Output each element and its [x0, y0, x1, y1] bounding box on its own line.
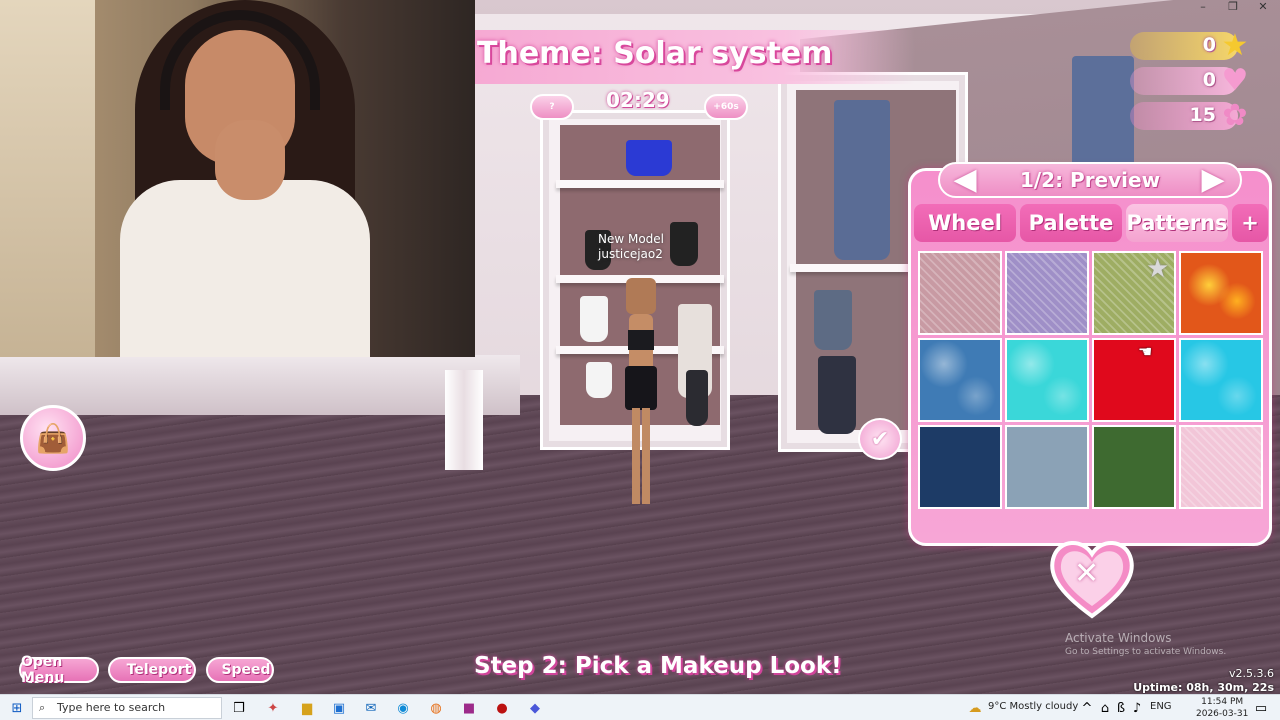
- hearts-value: 0: [1202, 69, 1216, 91]
- tab-palette[interactable]: Palette: [1020, 204, 1122, 242]
- firefox-icon[interactable]: ◍: [427, 699, 445, 717]
- pattern-tile-cyan-water[interactable]: [1179, 338, 1263, 422]
- pattern-tile-aqua-water[interactable]: [1005, 338, 1089, 422]
- upper-floor-ledge: [0, 355, 520, 415]
- obs-icon[interactable]: ●: [493, 699, 511, 717]
- outlook-icon[interactable]: ✉: [362, 699, 380, 717]
- weather-icon[interactable]: ☁: [966, 699, 984, 717]
- pattern-tile-green-texture[interactable]: [1092, 425, 1176, 509]
- teleport-button[interactable]: Teleport: [108, 657, 196, 683]
- tab-add[interactable]: +: [1232, 204, 1268, 242]
- clock-time: 11:54 PM: [1201, 697, 1244, 707]
- close-window-button[interactable]: ✕: [1248, 0, 1278, 14]
- tab-wheel[interactable]: Wheel: [914, 204, 1016, 242]
- pattern-tile-navy[interactable]: [918, 425, 1002, 509]
- version-info: v2.5.3.6 Uptime: 08h, 30m, 22s: [1133, 667, 1274, 695]
- jeans-garment[interactable]: [834, 100, 890, 260]
- theme-title: Theme: Solar system: [477, 36, 833, 71]
- hearts-counter: 0 ♥: [1130, 63, 1248, 98]
- time-bonus-label: +60s: [713, 102, 739, 112]
- uptime-text: Uptime: 08h, 30m, 22s: [1133, 681, 1274, 694]
- speed-label: Speed: [221, 662, 271, 678]
- nameplate-username: justicejao2: [598, 247, 663, 261]
- webcam-overlay: [0, 0, 475, 357]
- activate-windows-watermark: Activate Windows Go to Settings to activ…: [1065, 631, 1226, 657]
- close-x-icon: ✕: [1074, 556, 1100, 591]
- pattern-tile-lava[interactable]: [1179, 251, 1263, 335]
- jeans-garment[interactable]: [1072, 56, 1134, 176]
- bows-value: 15: [1189, 104, 1216, 126]
- windows-start-icon[interactable]: ⊞: [8, 699, 26, 717]
- step-instruction: Step 2: Pick a Makeup Look!: [474, 653, 842, 679]
- pattern-tile-pink-plaid[interactable]: [918, 251, 1002, 335]
- store-icon[interactable]: ▣: [330, 699, 348, 717]
- search-icon: ⌕: [39, 701, 46, 714]
- skirt-garment[interactable]: [586, 362, 612, 398]
- activate-subtitle: Go to Settings to activate Windows.: [1065, 647, 1227, 657]
- copilot-icon[interactable]: ✦: [264, 699, 282, 717]
- stars-value: 0: [1202, 34, 1216, 56]
- pattern-tile-denim[interactable]: [1005, 425, 1089, 509]
- taskbar-search-input[interactable]: ⌕ Type here to search: [32, 697, 222, 719]
- roblox-icon[interactable]: ◆: [526, 699, 544, 717]
- streamer-hand: [215, 120, 285, 200]
- restore-button[interactable]: ❐: [1218, 0, 1248, 14]
- mouse-cursor-icon: ☚: [1138, 342, 1153, 361]
- heart-badge-icon: ♥: [1221, 62, 1249, 98]
- speed-button[interactable]: Speed: [206, 657, 274, 683]
- tutu-garment[interactable]: [626, 140, 672, 176]
- shelf-board: [556, 180, 724, 188]
- pattern-tile-purple-plaid[interactable]: [1005, 251, 1089, 335]
- flower-pedestal: [445, 370, 483, 470]
- windows-taskbar: ⊞ ⌕ Type here to search ❒ ✦ ▆ ▣ ✉ ◉ ◍ ■ …: [0, 694, 1280, 720]
- version-number: v2.5.3.6: [1229, 667, 1274, 680]
- webcam-background-door: [0, 0, 95, 357]
- teleport-label: Teleport: [126, 662, 192, 678]
- search-placeholder: Type here to search: [57, 701, 166, 714]
- inventory-bag-icon[interactable]: 👜: [20, 405, 86, 471]
- prev-page-arrow[interactable]: ◀: [952, 162, 978, 198]
- denim-skirt-garment[interactable]: [814, 290, 852, 350]
- next-page-arrow[interactable]: ▶: [1200, 162, 1226, 198]
- player-nameplate: New Model justicejao2: [598, 232, 664, 262]
- stars-counter: 0 ★: [1130, 28, 1248, 63]
- streamer-shirt: [120, 180, 370, 357]
- task-view-icon[interactable]: ❒: [230, 699, 248, 717]
- system-clock[interactable]: 11:54 PM 2026-03-31: [1196, 696, 1248, 720]
- skirt-garment[interactable]: [580, 296, 608, 342]
- boots-garment[interactable]: [818, 356, 856, 434]
- app-icon[interactable]: ■: [460, 699, 478, 717]
- pattern-tile-blue-water[interactable]: [918, 338, 1002, 422]
- favorite-star-icon[interactable]: ★: [1146, 254, 1169, 284]
- mic-tray-icon[interactable]: ♪: [1128, 699, 1146, 717]
- bows-counter: 15 ✿: [1130, 98, 1248, 133]
- language-indicator[interactable]: ENG: [1150, 701, 1172, 712]
- star-icon: ★: [1221, 27, 1249, 63]
- activate-title: Activate Windows: [1065, 631, 1172, 645]
- heart-checkmark-icon[interactable]: ✔: [858, 418, 902, 460]
- bow-icon: ✿: [1222, 97, 1248, 133]
- minimize-button[interactable]: –: [1188, 0, 1218, 14]
- skirt-garment[interactable]: [670, 222, 698, 266]
- pattern-tile-red-texture[interactable]: [1092, 338, 1176, 422]
- player-avatar[interactable]: [620, 278, 662, 508]
- time-bonus-button[interactable]: +60s: [704, 94, 748, 120]
- round-timer: 02:29: [606, 88, 670, 112]
- weather-text[interactable]: 9°C Mostly cloudy: [988, 701, 1078, 712]
- tray-chevron-icon[interactable]: ^: [1078, 699, 1096, 717]
- page-indicator: 1/2: Preview: [1019, 168, 1161, 192]
- pattern-tile-pink-gingham[interactable]: [1179, 425, 1263, 509]
- clock-date: 2026-03-31: [1196, 709, 1249, 719]
- notifications-icon[interactable]: ▭: [1252, 699, 1270, 717]
- file-explorer-icon[interactable]: ▆: [298, 699, 316, 717]
- open-menu-button[interactable]: Open Menu: [19, 654, 99, 686]
- tab-patterns[interactable]: Patterns: [1126, 204, 1228, 242]
- outfit-hint-icon[interactable]: ?: [530, 94, 574, 120]
- nameplate-title: New Model: [598, 232, 665, 246]
- edge-icon[interactable]: ◉: [394, 699, 412, 717]
- boots-garment[interactable]: [686, 370, 708, 426]
